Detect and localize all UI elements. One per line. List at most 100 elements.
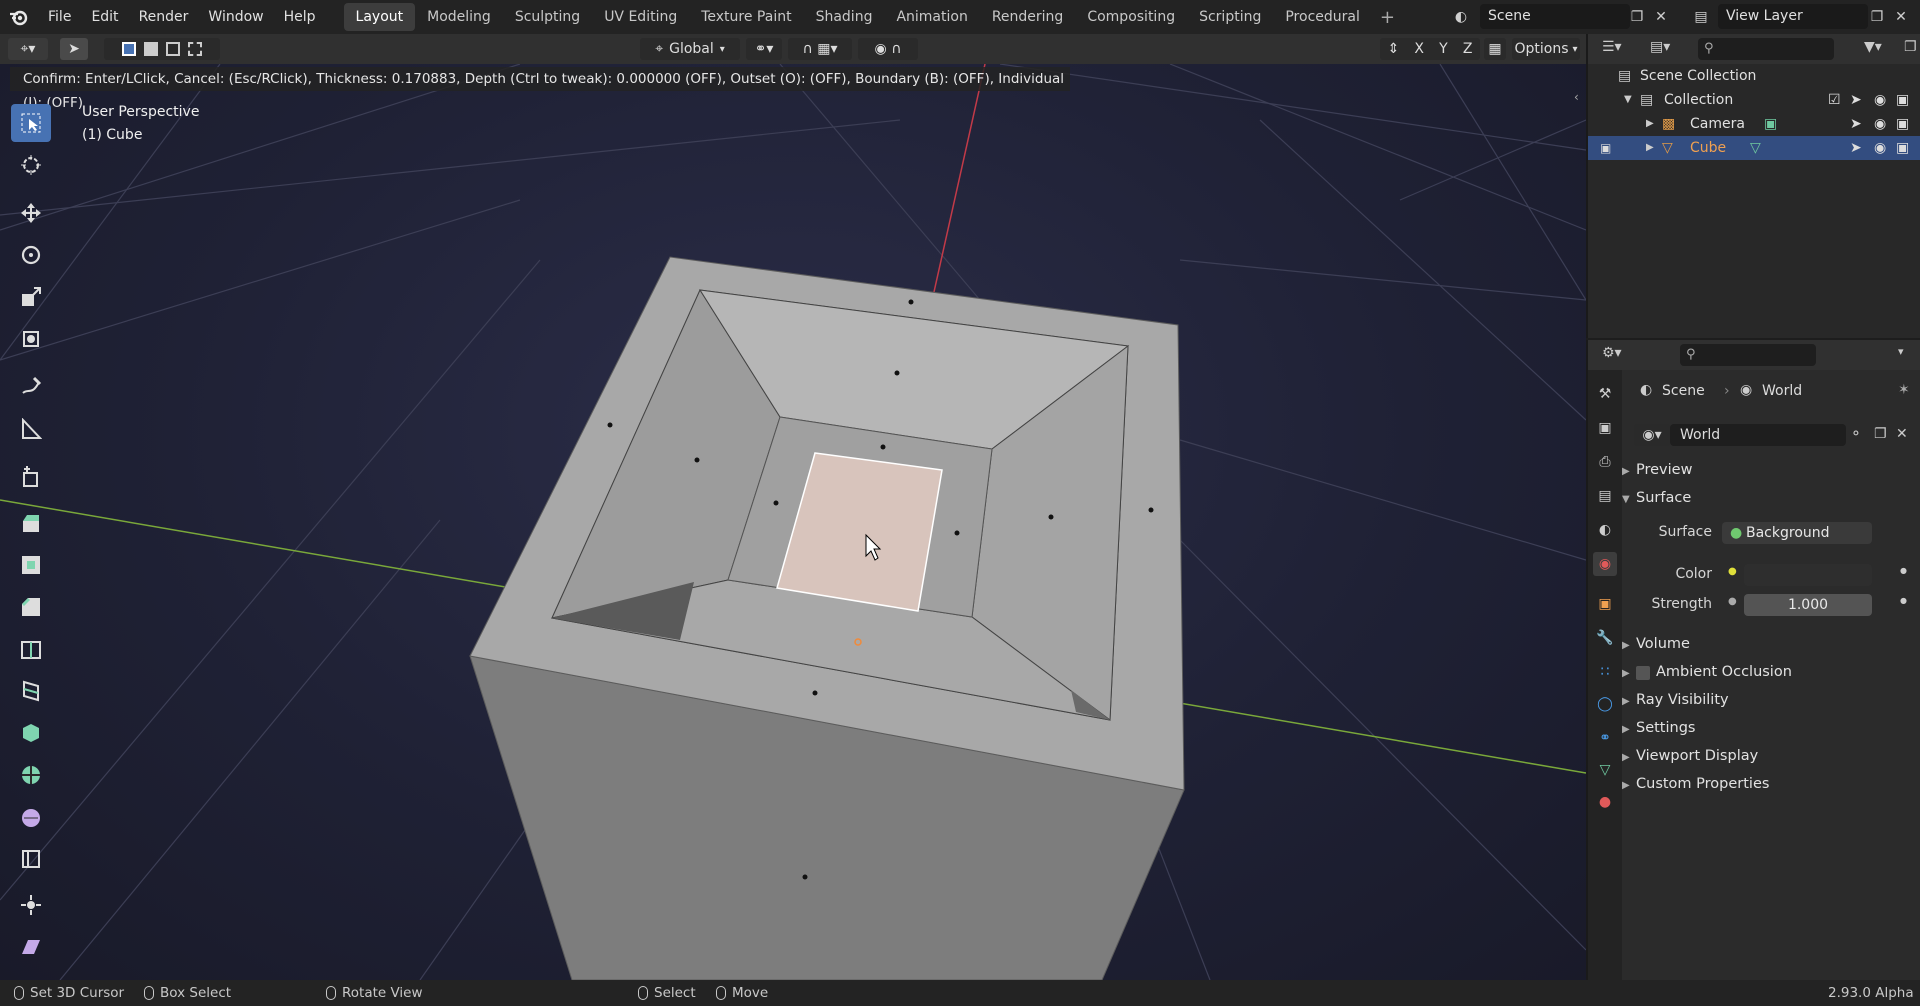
expand-icon[interactable]: ▶ [1646,112,1654,136]
cube-mesh[interactable] [469,256,1185,980]
strength-socket-icon[interactable]: ● [1728,596,1737,607]
editor-type-icon[interactable]: ⚙▾ [1602,345,1622,361]
view-layer-icon[interactable]: ▤ [1690,6,1712,28]
world-browse-icon[interactable]: ◉▾ [1634,424,1670,446]
constraints-tab-icon[interactable]: ⚭ [1593,726,1617,750]
poly-build-tool-icon[interactable] [11,714,51,752]
expand-icon[interactable]: ▶ [1622,668,1630,679]
shrink-fatten-tool-icon[interactable] [11,886,51,924]
annotate-tool-icon[interactable] [11,368,51,406]
strength-input[interactable]: 1.000 [1744,594,1872,616]
inset-tool-icon[interactable] [11,546,51,584]
render-camera-icon[interactable]: ▣ [1896,112,1909,136]
tab-rendering[interactable]: Rendering [980,3,1076,31]
mirror-y-button[interactable]: Y [1439,41,1448,57]
outliner-item-cube[interactable]: ▣ ▶ ▽ Cube ▽ ➤ ◉ ▣ [1588,136,1920,160]
3d-viewport[interactable]: User Perspective (1) Cube ‹ [0,64,1586,980]
menu-edit[interactable]: Edit [81,0,128,34]
editor-type-icon[interactable]: ⌖▾ [8,38,48,60]
rotate-tool-icon[interactable] [11,236,51,274]
extrude-tool-icon[interactable] [11,504,51,542]
mirror-icon[interactable]: ⇕ [1388,41,1400,57]
camera-data-icon[interactable]: ▣ [1764,112,1777,136]
visibility-eye-icon[interactable]: ◉ [1874,88,1886,112]
material-tab-icon[interactable]: ● [1593,790,1617,814]
edit-mode-icon[interactable]: ▣ [1600,136,1611,160]
display-mode-icon[interactable]: ▤▾ [1650,39,1670,55]
expand-icon[interactable]: ▶ [1622,724,1630,735]
select-box-tool-icon[interactable] [11,104,51,142]
expand-icon[interactable]: ▶ [1622,780,1630,791]
new-scene-icon[interactable]: ❐ [1626,6,1648,28]
render-camera-icon[interactable]: ▣ [1896,136,1909,160]
expand-icon[interactable]: ▶ [1646,136,1654,160]
transform-tool-icon[interactable] [11,320,51,358]
edge-slide-tool-icon[interactable] [11,840,51,878]
tab-layout[interactable]: Layout [343,3,416,31]
tab-sculpting[interactable]: Sculpting [503,3,592,31]
scene-name-field[interactable]: Scene [1480,4,1630,29]
new-view-layer-icon[interactable]: ❐ [1866,6,1888,28]
new-world-icon[interactable]: ❐ [1874,426,1887,442]
tab-animation[interactable]: Animation [884,3,979,31]
tab-scripting[interactable]: Scripting [1187,3,1273,31]
exclude-checkbox-icon[interactable]: ☑ [1828,88,1841,112]
tab-compositing[interactable]: Compositing [1075,3,1187,31]
chevron-down-icon[interactable]: ▾ [1898,345,1904,358]
visibility-eye-icon[interactable]: ◉ [1874,112,1886,136]
render-tab-icon[interactable]: ▣ [1593,416,1617,440]
unlink-world-icon[interactable]: ✕ [1896,426,1908,442]
transform-orientation-dropdown[interactable]: ⌖ Global ▾ [640,38,740,60]
properties-search-input[interactable]: ⚲ [1680,344,1816,366]
view-layer-field[interactable]: View Layer [1718,4,1868,29]
pin-icon[interactable]: ✶ [1898,382,1910,398]
add-workspace-button[interactable]: + [1372,7,1403,28]
tab-shading[interactable]: Shading [804,3,885,31]
menu-render[interactable]: Render [129,0,199,34]
collapse-icon[interactable]: ▼ [1624,88,1632,112]
tool-tab-icon[interactable]: ⚒ [1593,382,1617,406]
proportional-editing-icon[interactable]: ◉ ∩ [858,38,918,60]
auto-merge-icon[interactable]: ▦ [1484,38,1506,60]
selectable-icon[interactable]: ➤ [1850,88,1862,112]
loop-cut-tool-icon[interactable] [11,630,51,668]
measure-tool-icon[interactable] [11,410,51,448]
editor-type-icon[interactable]: ☰▾ [1602,39,1622,55]
outliner-item-collection[interactable]: ▼ ▤ Collection ☑ ➤ ◉ ▣ [1588,88,1920,112]
section-ray-visibility[interactable]: Ray Visibility [1636,692,1729,708]
keyframe-dot-icon[interactable]: ● [1900,596,1907,605]
delete-view-layer-icon[interactable]: ✕ [1890,6,1912,28]
scene-selector-icon[interactable]: ◐ [1450,6,1472,28]
shear-tool-icon[interactable] [11,928,51,966]
smooth-tool-icon[interactable] [11,798,51,836]
tab-texture-paint[interactable]: Texture Paint [689,3,803,31]
blender-logo-icon[interactable] [0,0,38,34]
select-mode-icon[interactable]: ➤ [60,38,88,60]
mirror-z-button[interactable]: Z [1463,41,1473,57]
render-camera-icon[interactable]: ▣ [1896,88,1909,112]
snapping-icon[interactable]: ∩ ▦▾ [788,38,852,60]
section-preview[interactable]: Preview [1636,462,1692,478]
scale-tool-icon[interactable] [11,278,51,316]
scene-tab-icon[interactable]: ◐ [1593,518,1617,542]
mirror-x-button[interactable]: X [1414,41,1424,57]
modifier-tab-icon[interactable]: 🔧 [1593,626,1617,650]
keyframe-dot-icon[interactable]: ● [1900,566,1907,575]
ambient-occlusion-checkbox[interactable] [1636,666,1650,680]
move-tool-icon[interactable] [11,194,51,232]
section-settings[interactable]: Settings [1636,720,1695,736]
tab-uv-editing[interactable]: UV Editing [592,3,689,31]
color-swatch-field[interactable] [1744,564,1872,586]
physics-tab-icon[interactable]: ◯ [1593,692,1617,716]
world-tab-icon[interactable]: ◉ [1593,552,1617,576]
particles-tab-icon[interactable]: ∷ [1593,660,1617,684]
output-tab-icon[interactable]: ⎙ [1593,450,1617,474]
menu-window[interactable]: Window [198,0,273,34]
data-tab-icon[interactable]: ▽ [1593,758,1617,782]
surface-shader-field[interactable]: ● Background [1722,522,1872,544]
section-ambient-occlusion[interactable]: Ambient Occlusion [1656,664,1792,680]
section-viewport-display[interactable]: Viewport Display [1636,748,1758,764]
selectable-icon[interactable]: ➤ [1850,112,1862,136]
spin-tool-icon[interactable] [11,756,51,794]
object-tab-icon[interactable]: ▣ [1593,592,1617,616]
